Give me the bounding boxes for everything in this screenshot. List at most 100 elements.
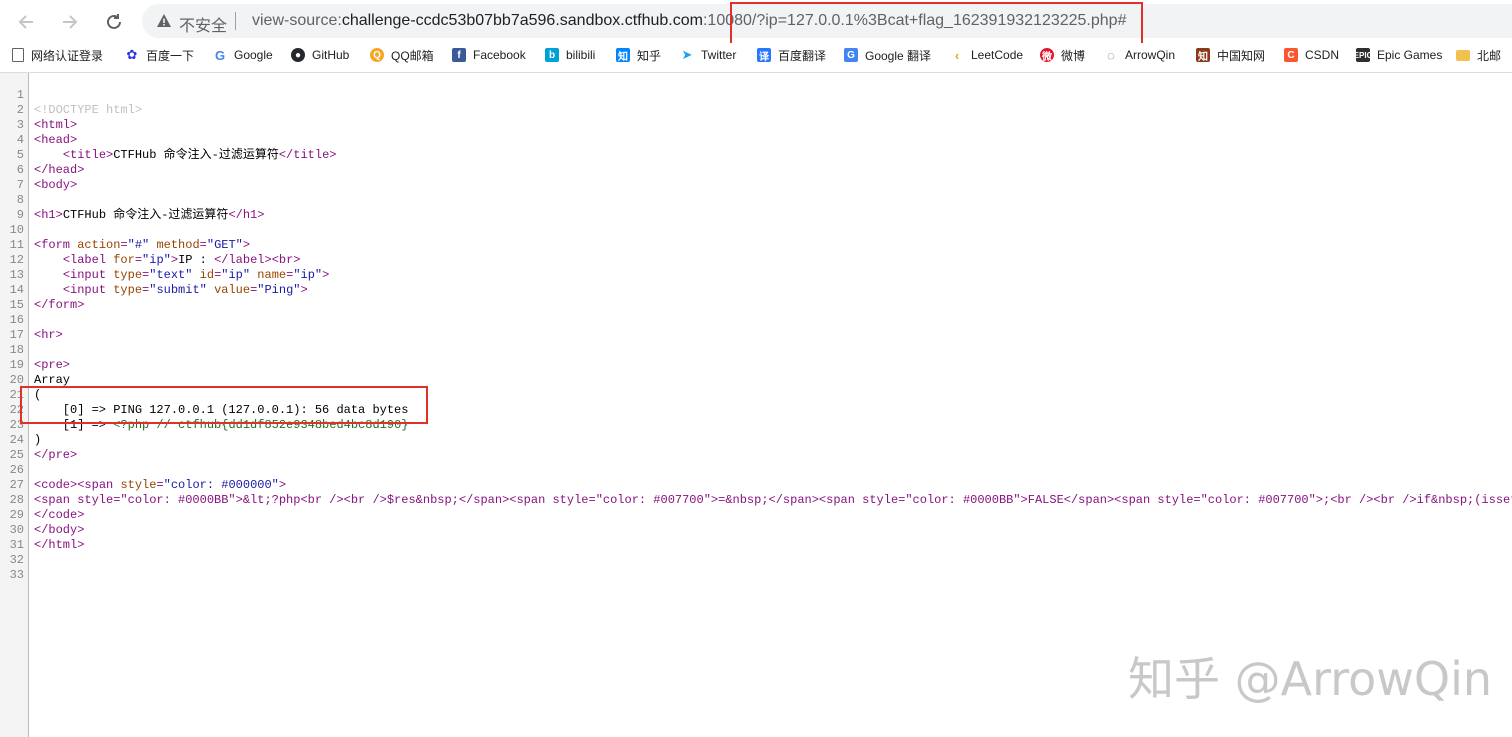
line-number: 30 [9, 523, 24, 537]
bookmark-baidu[interactable]: ✿ 百度一下 [125, 45, 194, 65]
line-number: 33 [9, 568, 24, 582]
source-line: 1 [0, 88, 1512, 103]
line-number: 32 [9, 553, 24, 567]
forward-button[interactable] [55, 7, 85, 37]
bookmark-folder-beiyou[interactable]: 北邮 [1456, 45, 1501, 65]
source-line: 11 <form action="#" method="GET"> [0, 238, 1512, 253]
forward-icon [63, 15, 78, 29]
facebook-icon: f [452, 48, 466, 62]
line-content: </pre> [34, 448, 78, 462]
source-line: 32 [0, 553, 1512, 568]
source-line: 33 [0, 568, 1512, 583]
weibo-icon: 微 [1040, 48, 1054, 63]
line-number: 18 [9, 343, 24, 357]
line-number: 3 [16, 118, 24, 132]
line-content: </code> [34, 508, 85, 522]
bookmark-qqmail[interactable]: Q QQ邮箱 [370, 45, 434, 65]
cnki-icon: 知 [1196, 48, 1210, 63]
zhihu-icon: 知 [616, 48, 630, 63]
bookmark-facebook[interactable]: f Facebook [452, 45, 526, 65]
line-number: 28 [9, 493, 24, 507]
bookmark-arrowqin[interactable]: ◌ ArrowQin [1104, 45, 1175, 65]
leetcode-icon: ‹ [954, 47, 960, 63]
line-content: <code><span style="color: #000000"> [34, 478, 287, 492]
url-scheme: view-source: [252, 12, 342, 29]
source-line: 27 <code><span style="color: #000000"> [0, 478, 1512, 493]
line-number: 9 [16, 208, 24, 222]
bookmark-google[interactable]: G Google [213, 45, 273, 65]
line-number: 11 [9, 238, 24, 252]
line-content: <form action="#" method="GET"> [34, 238, 251, 252]
bookmark-github[interactable]: ● GitHub [291, 45, 349, 65]
source-line: 17 <hr> [0, 328, 1512, 343]
bookmark-bilibili[interactable]: b bilibili [545, 45, 595, 65]
line-content: <pre> [34, 358, 71, 372]
line-number: 1 [16, 88, 24, 102]
warning-icon [157, 14, 171, 27]
output-highlight-box [20, 386, 428, 424]
twitter-icon: ➤ [681, 47, 693, 62]
source-line: 25 </pre> [0, 448, 1512, 463]
baidu-translate-icon: 译 [757, 48, 771, 63]
source-line: 12 <label for="ip">IP : </label><br> [0, 253, 1512, 268]
bookmark-twitter[interactable]: ➤ Twitter [680, 45, 737, 65]
bookmark-zhihu[interactable]: 知知乎 [616, 45, 661, 65]
line-number: 2 [16, 103, 24, 117]
source-line: 7 <body> [0, 178, 1512, 193]
line-number: 27 [9, 478, 24, 492]
line-number: 16 [9, 313, 24, 327]
browser-toolbar: 不安全 view-source:challenge-ccdc53b07bb7a5… [0, 0, 1512, 45]
line-content: <label for="ip">IP : </label><br> [62, 253, 301, 267]
bookmarks-bar: 网络认证登录 ✿ 百度一下 G Google ● GitHub Q QQ邮箱 f Face… [0, 43, 1512, 67]
epic-icon: EPIC [1354, 48, 1372, 62]
line-content: </head> [34, 163, 85, 177]
line-content: <!DOCTYPE html> [34, 103, 143, 117]
github-icon: ● [291, 48, 305, 62]
line-number: 13 [9, 268, 24, 282]
line-content: <span style="color: #0000BB">&lt;?php<br… [34, 493, 1512, 507]
source-line: 5 <title>CTFHub 命令注入-过滤运算符</title> [0, 148, 1512, 163]
source-line: 29 </code> [0, 508, 1512, 523]
source-line: 8 [0, 193, 1512, 208]
bookmark-network-login[interactable]: 网络认证登录 [12, 45, 103, 65]
line-number: 19 [9, 358, 24, 372]
bookmark-baidu-translate[interactable]: 译百度翻译 [757, 45, 826, 65]
reload-icon [107, 14, 121, 29]
line-number: 8 [16, 193, 24, 207]
line-content: </html> [34, 538, 85, 552]
bookmark-cnki[interactable]: 知中国知网 [1196, 45, 1265, 65]
bookmark-csdn[interactable]: C CSDN [1284, 45, 1339, 65]
reload-button[interactable] [99, 7, 129, 37]
back-button[interactable] [11, 7, 41, 37]
page-icon [12, 48, 24, 62]
source-line: 10 [0, 223, 1512, 238]
bookmark-leetcode[interactable]: ‹ LeetCode [950, 45, 1023, 65]
source-line: 2 <!DOCTYPE html> [0, 103, 1512, 118]
source-line: 28 <span style="color: #0000BB">&lt;?php<… [0, 493, 1512, 508]
line-content: <input type="submit" value="Ping"> [62, 283, 308, 297]
url-highlight-box [730, 2, 1143, 45]
source-line: 3 <html> [0, 118, 1512, 133]
baidu-icon: ✿ [126, 47, 138, 62]
line-number: 26 [9, 463, 24, 477]
line-content: <body> [34, 178, 78, 192]
line-number: 10 [9, 223, 24, 237]
bookmark-epic-games[interactable]: EPIC Epic Games [1354, 45, 1442, 65]
source-line: 19 <pre> [0, 358, 1512, 373]
bookmark-google-translate[interactable]: G Google 翻译 [844, 45, 931, 65]
folder-icon [1456, 49, 1470, 61]
line-number: 31 [9, 538, 24, 552]
not-secure-label[interactable]: 不安全 [179, 12, 227, 36]
source-line: 14 <input type="submit" value="Ping"> [0, 283, 1512, 298]
toolbar-divider [0, 72, 1512, 73]
line-content: <html> [34, 118, 78, 132]
google-translate-icon: G [844, 48, 858, 62]
source-line: 15 </form> [0, 298, 1512, 313]
bookmark-weibo[interactable]: 微微博 [1040, 45, 1085, 65]
line-content: <h1>CTFHub 命令注入-过滤运算符</h1> [34, 208, 265, 222]
source-line: 30 </body> [0, 523, 1512, 538]
line-content: <hr> [34, 328, 63, 342]
line-content: </body> [34, 523, 85, 537]
line-content: <head> [34, 133, 78, 147]
source-line: 26 [0, 463, 1512, 478]
